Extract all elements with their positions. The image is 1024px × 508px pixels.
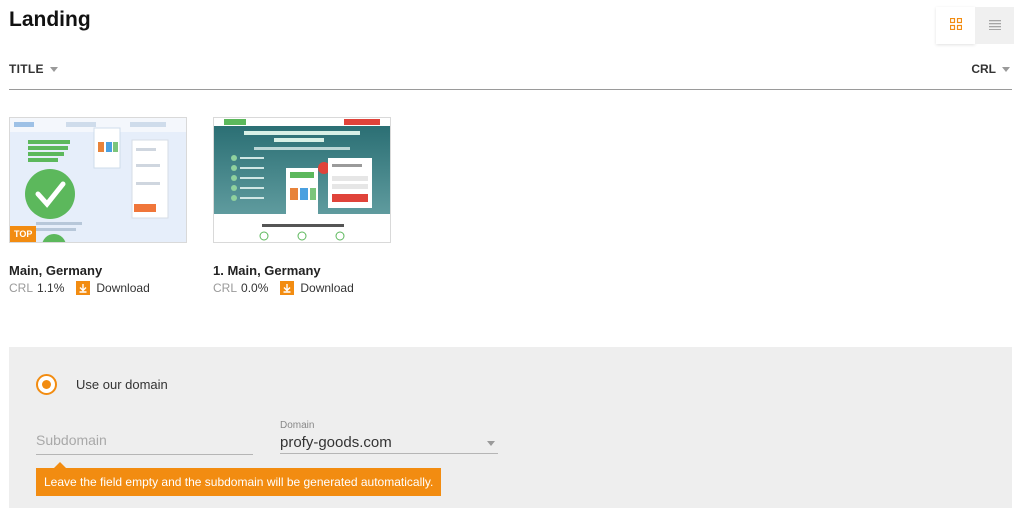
radio-label: Use our domain — [76, 377, 168, 392]
list-icon — [988, 17, 1001, 35]
subdomain-input[interactable] — [36, 425, 253, 455]
card-meta: CRL 1.1% Download — [9, 281, 150, 295]
caret-down-icon — [1002, 66, 1010, 72]
top-badge: TOP — [10, 226, 37, 242]
sort-title-label: TITLE — [9, 62, 44, 76]
crl-value: 0.0% — [241, 281, 269, 295]
card-meta: CRL 0.0% Download — [213, 281, 354, 295]
landing-card: 1. Main, Germany CRL 0.0% Download — [213, 117, 391, 295]
download-icon — [76, 281, 91, 295]
grid-icon — [949, 17, 962, 35]
landing-thumbnail[interactable]: TOP — [9, 117, 187, 243]
radio-dot — [42, 380, 51, 389]
crl-label: CRL — [213, 281, 238, 295]
card-title: Main, Germany — [9, 263, 103, 278]
download-link[interactable]: Download — [280, 281, 354, 295]
domain-select[interactable]: Domain profy-goods.com — [280, 420, 498, 454]
grid-view-button[interactable] — [936, 7, 975, 44]
sort-by-crl[interactable]: CRL — [971, 62, 1010, 76]
use-our-domain-radio[interactable]: Use our domain — [36, 374, 168, 395]
list-view-button[interactable] — [975, 7, 1014, 44]
landing-card: TOP Main, Germany CRL 1.1% Download — [9, 117, 187, 295]
caret-down-icon — [487, 441, 495, 446]
domain-selected-value: profy-goods.com — [280, 434, 392, 451]
crl-label: CRL — [9, 281, 34, 295]
sort-crl-label: CRL — [971, 62, 996, 76]
download-label: Download — [300, 281, 354, 295]
subdomain-hint-tooltip: Leave the field empty and the subdomain … — [36, 462, 442, 496]
landing-preview-image — [214, 118, 390, 242]
radio-button-checked[interactable] — [36, 374, 57, 395]
landing-thumbnail[interactable] — [213, 117, 391, 243]
caret-down-icon — [49, 66, 58, 72]
sort-by-title[interactable]: TITLE — [9, 62, 58, 76]
crl-value: 1.1% — [37, 281, 65, 295]
page-title: Landing — [9, 8, 91, 31]
domain-field-label: Domain — [280, 420, 315, 431]
view-toggle — [936, 7, 1014, 44]
download-label: Download — [96, 281, 150, 295]
download-link[interactable]: Download — [76, 281, 150, 295]
sort-bar: TITLE CRL — [9, 58, 1012, 90]
card-title: 1. Main, Germany — [213, 263, 321, 278]
landing-preview-image — [10, 118, 186, 242]
domain-settings-panel: Use our domain Domain profy-goods.com Le… — [9, 347, 1012, 508]
download-icon — [280, 281, 295, 295]
